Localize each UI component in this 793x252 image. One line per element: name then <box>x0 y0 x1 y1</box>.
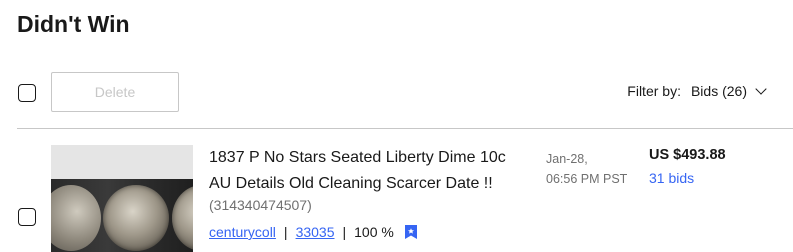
select-all-checkbox[interactable] <box>18 84 36 102</box>
end-date: Jan-28, 06:56 PM PST <box>546 149 627 189</box>
item-checkbox[interactable] <box>18 208 36 226</box>
top-rated-seller-icon <box>404 224 418 240</box>
didnt-win-section: Didn't Win Delete Filter by: Bids (26) 1… <box>0 0 793 252</box>
bids-link[interactable]: 31 bids <box>649 168 694 188</box>
separator: | <box>283 224 288 240</box>
filter-label: Filter by: <box>627 83 681 99</box>
end-date-day: Jan-28, <box>546 152 588 166</box>
page-title: Didn't Win <box>17 11 130 37</box>
filter-value: Bids (26) <box>690 83 747 99</box>
divider <box>17 128 793 129</box>
item-title-line2: AU Details Old Cleaning Scarcer Date !! <box>209 175 493 192</box>
item-title-line1: 1837 P No Stars Seated Liberty Dime 10c <box>209 149 506 166</box>
item-title-link[interactable]: 1837 P No Stars Seated Liberty Dime 10c … <box>209 145 529 197</box>
item-number: (314340474507) <box>209 197 312 213</box>
seller-link[interactable]: centurycoll <box>209 224 276 240</box>
feedback-percent: 100 % <box>354 224 394 240</box>
feedback-score-link[interactable]: 33035 <box>296 224 335 240</box>
delete-button[interactable]: Delete <box>51 72 179 112</box>
end-date-time: 06:56 PM PST <box>546 172 628 186</box>
coin-obverse-image <box>103 185 169 251</box>
filter-dropdown[interactable]: Bids (26) <box>690 83 767 99</box>
separator: | <box>342 224 347 240</box>
chevron-down-icon <box>755 83 767 95</box>
item-price: US $493.88 <box>649 147 726 163</box>
seller-info: centurycoll | 33035 | 100 % <box>209 224 418 240</box>
filter-control: Filter by: Bids (26) <box>627 83 767 99</box>
item-thumbnail[interactable] <box>51 145 193 252</box>
